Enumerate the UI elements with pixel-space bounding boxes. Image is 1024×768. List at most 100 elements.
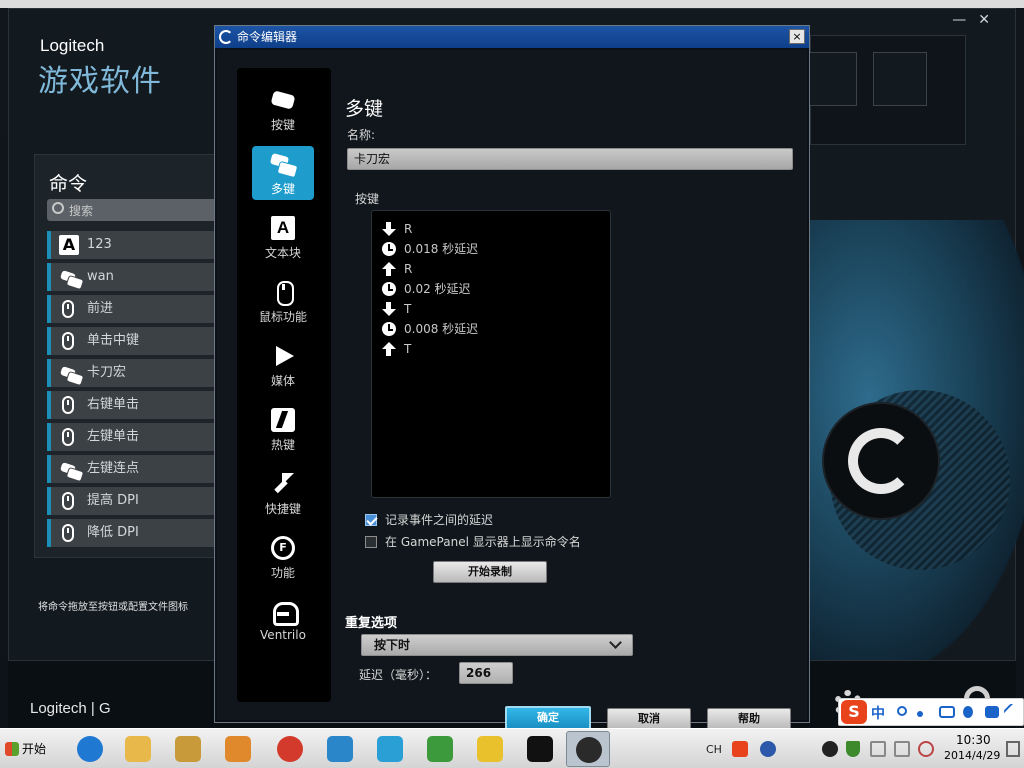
key-event-row[interactable]: T [372,299,610,319]
commands-search-input[interactable]: 搜索 [47,199,219,221]
arrow-up-icon [382,342,396,356]
language-indicator[interactable]: CH [706,743,722,756]
key-events-list[interactable]: R 0.018 秒延迟 R 0.02 秒延迟 T 0.008 秒延迟 T [371,210,611,498]
help-button[interactable]: 帮助 [707,708,791,730]
punctuation-icon[interactable] [917,711,923,717]
taskbar-app-network[interactable] [368,731,412,767]
key-event-row[interactable]: R [372,219,610,239]
nav-item-2[interactable]: A 文本块 [252,210,314,264]
command-item[interactable]: 左键单击 [47,423,221,451]
taskbar-app-folder[interactable] [116,731,160,767]
show-desktop-icon[interactable] [1006,741,1020,757]
command-item[interactable]: 提高 DPI [47,487,221,515]
taskbar-app-ie[interactable] [68,731,112,767]
mouse-icon [62,396,74,414]
ok-button[interactable]: 确定 [505,706,591,730]
command-item[interactable]: 右键单击 [47,391,221,419]
clock-time[interactable]: 10:30 [956,733,991,747]
nav-item-7[interactable]: F 功能 [252,530,314,584]
media-icon [225,736,251,762]
ime-mode[interactable]: 中 [871,703,885,723]
taskbar-app-green-app[interactable] [418,731,462,767]
ie-icon [77,736,103,762]
checkbox-unchecked[interactable] [365,536,377,548]
taskbar-app-bird[interactable] [318,731,362,767]
ime-toolbar[interactable]: S 中 [838,698,1024,726]
mouse-icon [271,280,295,306]
key-event-row[interactable]: 0.018 秒延迟 [372,239,610,259]
help-icon[interactable] [760,741,776,757]
chrome-icon [277,736,303,762]
nav-item-0[interactable]: 按键 [252,82,314,136]
network-icon[interactable] [870,741,886,757]
window-controls[interactable]: —✕ [952,12,1002,28]
keyboard-icon[interactable] [939,706,955,718]
qq-tray-icon[interactable] [822,741,838,757]
shield-icon[interactable] [846,741,860,757]
profile-slot[interactable] [873,52,927,106]
nav-item-6[interactable]: 快捷键 [252,466,314,520]
command-item[interactable]: 左键连点 [47,455,221,483]
mouse-icon [62,332,74,350]
checkbox-checked[interactable] [365,514,377,526]
taskbar-app-chrome[interactable] [268,731,312,767]
start-recording-button[interactable]: 开始录制 [433,561,547,583]
delay-input[interactable]: 266 [459,662,513,684]
start-button[interactable]: 开始 [2,735,62,763]
command-label: 单击中键 [87,333,140,348]
command-item[interactable]: 前进 [47,295,221,323]
clock-date[interactable]: 2014/4/29 [944,749,1000,762]
command-item[interactable]: 卡刀宏 [47,359,221,387]
sogou-icon[interactable]: S [841,700,867,724]
nav-item-4[interactable]: 媒体 [252,338,314,392]
moon-icon[interactable] [897,706,907,716]
mouse-icon [62,300,74,318]
repeat-select[interactable]: 按下时 [361,634,633,656]
nav-item-1[interactable]: 多键 [252,146,314,200]
command-label: 卡刀宏 [87,365,127,380]
logitech-g-icon [576,737,602,763]
key-icon [271,88,295,112]
mouse-icon [62,524,74,542]
key-event-text: R [404,222,413,236]
volume-icon[interactable] [918,741,934,757]
command-item[interactable]: A 123 [47,231,221,259]
key-event-row[interactable]: 0.008 秒延迟 [372,319,610,339]
taskbar-app-qq[interactable] [518,731,562,767]
command-item[interactable]: 降低 DPI [47,519,221,547]
keys-label: 按键 [355,192,380,206]
play-icon [271,344,295,368]
commands-panel: 命令 搜索 A 123 wan 前进 单击中键 卡刀宏 右键单击 左键单击 左键连点 提高 DPI… [34,154,221,558]
user-icon[interactable] [963,706,973,718]
key-event-text: T [404,342,412,356]
arrow-down-icon [382,222,396,236]
profile-slot[interactable] [809,52,857,106]
gamepanel-checkbox[interactable]: 在 GamePanel 显示器上显示命令名 [365,534,581,550]
key-event-text: R [404,262,413,276]
tool-icon[interactable] [1002,702,1022,722]
nav-item-label: 快捷键 [264,502,301,516]
taskbar-app-media[interactable] [216,731,260,767]
command-editor-dialog: 命令编辑器 × 按键 多键 A 文本块 鼠标功能 媒体 热键 快捷键 F 功能 Ventrilo 多… [214,25,810,730]
record-delay-checkbox[interactable]: 记录事件之间的延迟 [365,512,493,528]
command-item[interactable]: 单击中键 [47,327,221,355]
taskbar-app-logitech-g[interactable] [566,731,610,767]
nav-item-5[interactable]: 热键 [252,402,314,456]
dialog-titlebar[interactable]: 命令编辑器 × [215,26,809,48]
taskbar-app-star[interactable] [468,731,512,767]
nav-item-3[interactable]: 鼠标功能 [252,274,314,328]
close-button[interactable]: × [789,29,805,44]
command-item[interactable]: wan [47,263,221,291]
text-block-icon: A [59,235,79,255]
skin-icon[interactable] [985,706,999,718]
name-input[interactable]: 卡刀宏 [347,148,793,170]
nav-item-8[interactable]: Ventrilo [252,594,314,648]
sogou-tray-icon[interactable] [732,741,748,757]
monitor-icon[interactable] [894,741,910,757]
arrow-up-icon [382,262,396,276]
cancel-button[interactable]: 取消 [607,708,691,730]
key-event-row[interactable]: T [372,339,610,359]
key-event-row[interactable]: R [372,259,610,279]
key-event-row[interactable]: 0.02 秒延迟 [372,279,610,299]
taskbar-app-explorer[interactable] [166,731,210,767]
